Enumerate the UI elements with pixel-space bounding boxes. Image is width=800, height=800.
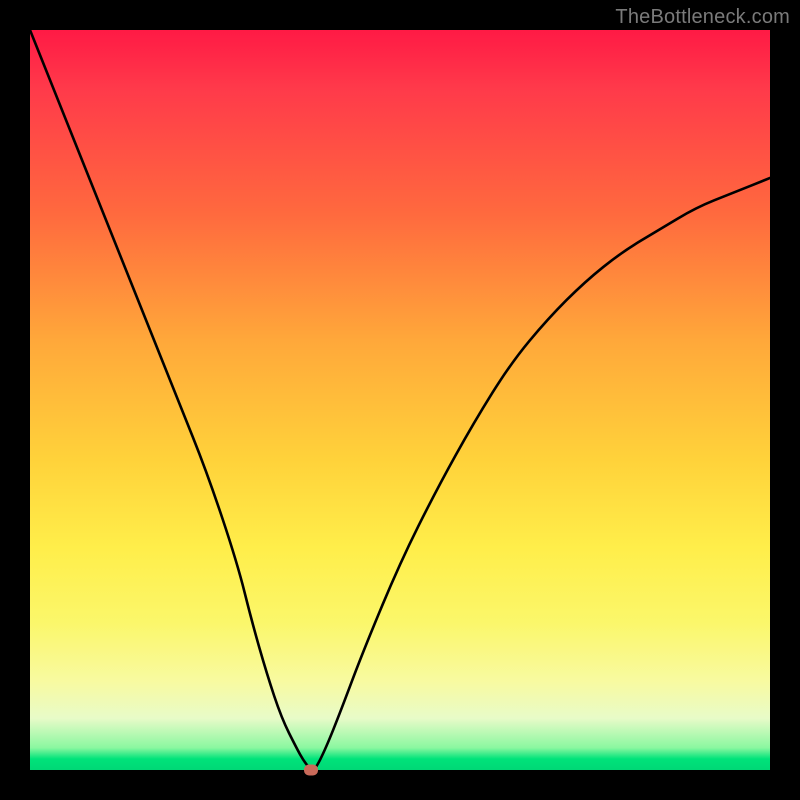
watermark-text: TheBottleneck.com bbox=[615, 6, 790, 29]
plot-area bbox=[30, 30, 770, 770]
optimum-marker bbox=[304, 765, 318, 776]
bottleneck-curve bbox=[30, 30, 770, 770]
chart-frame: TheBottleneck.com bbox=[0, 0, 800, 800]
